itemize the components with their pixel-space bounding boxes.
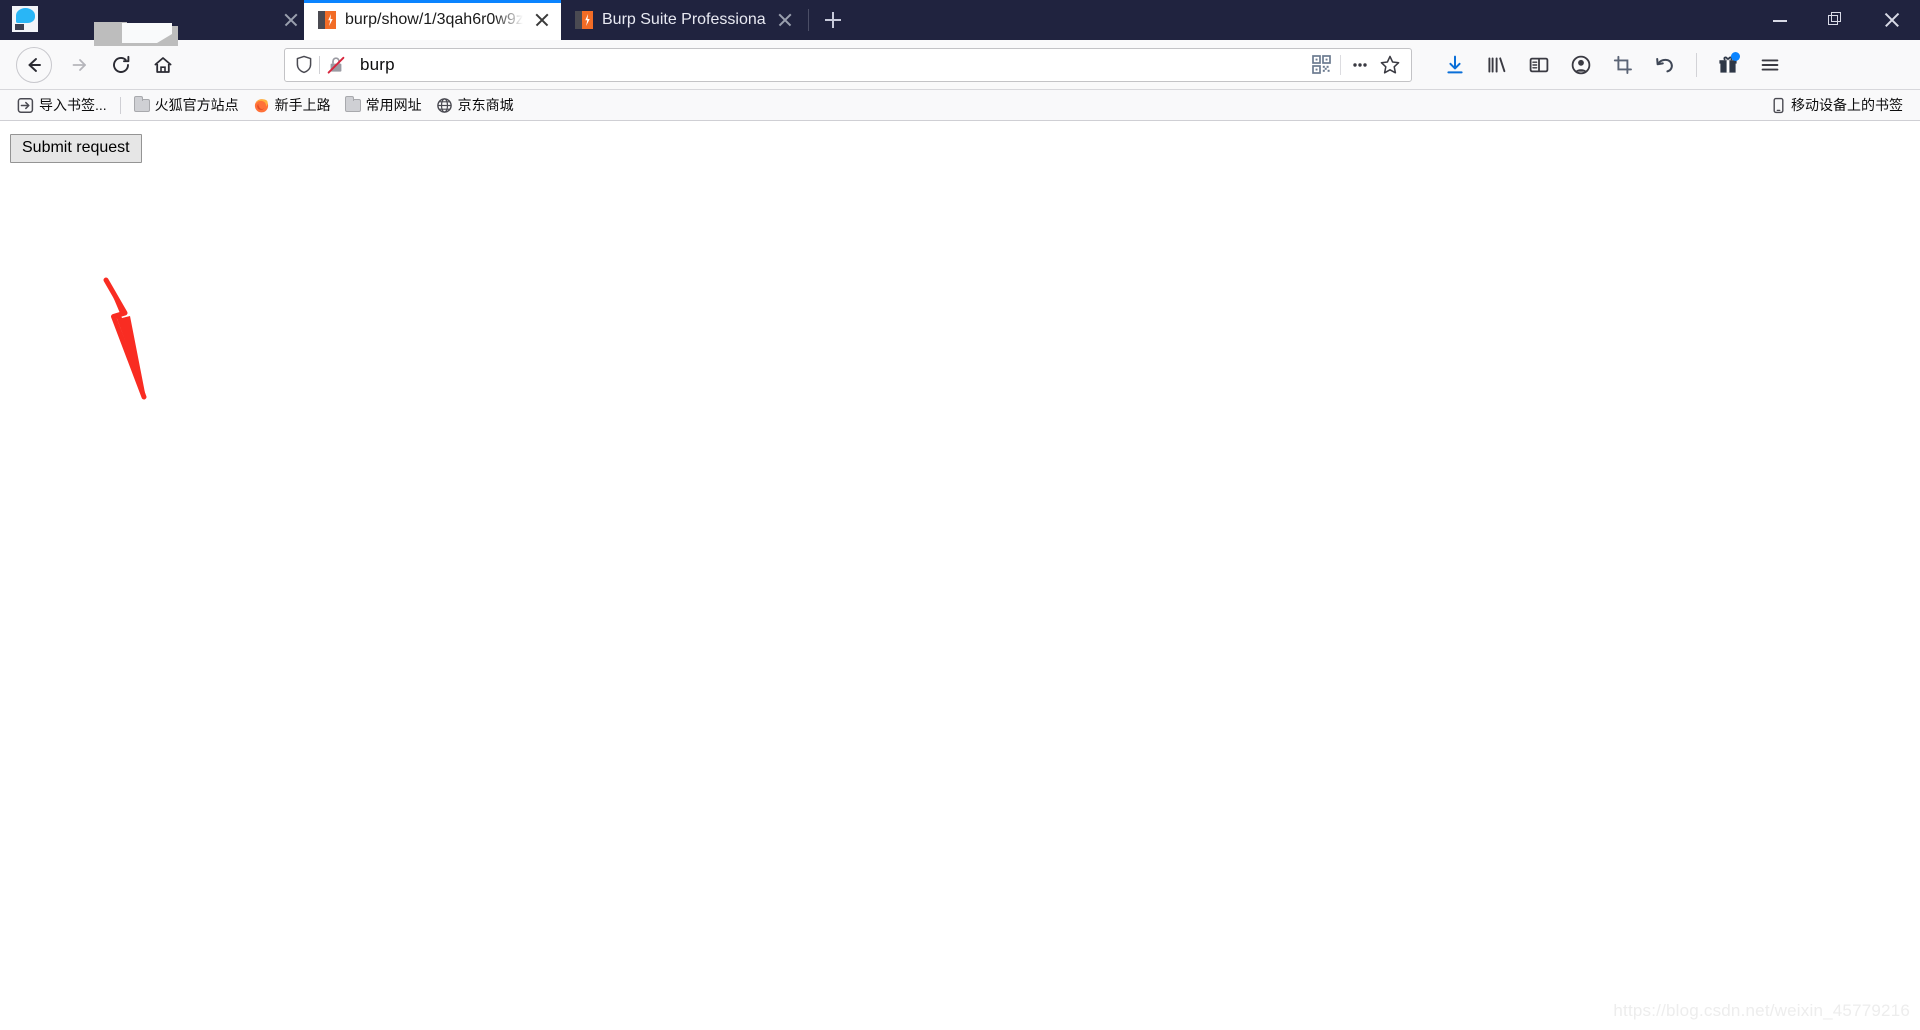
screenshot-button[interactable]: [1604, 46, 1642, 84]
unknown-page-icon: [12, 6, 38, 32]
qr-code-icon[interactable]: [1306, 50, 1336, 80]
red-arrow-annotation: [103, 277, 147, 400]
tab-2[interactable]: Burp Suite Professional: [561, 0, 804, 40]
close-window-button[interactable]: [1864, 0, 1920, 40]
close-icon[interactable]: [774, 9, 796, 31]
page-content: Submit request https://blog.csdn.net/wei…: [0, 121, 1920, 1029]
forward-icon: [72, 58, 86, 71]
page-actions-button[interactable]: [1345, 50, 1375, 80]
globe-icon: [436, 97, 452, 113]
bookmark-jd-mall-label: 京东商城: [457, 97, 514, 113]
app-menu-button[interactable]: [1751, 46, 1789, 84]
browser-toolbar-icons: [1436, 46, 1789, 84]
tab-0[interactable]: [0, 0, 272, 46]
minimize-button[interactable]: [1752, 0, 1808, 40]
account-icon: [1571, 55, 1591, 74]
home-icon: [154, 56, 172, 73]
back-button[interactable]: [16, 46, 52, 83]
burp-suite-icon: [575, 11, 593, 29]
import-bookmarks-icon: [17, 97, 34, 113]
close-icon[interactable]: [531, 9, 553, 31]
bookmark-divider: [119, 96, 121, 114]
star-icon: [1380, 55, 1400, 74]
bookmark-common-urls[interactable]: 常用网址: [338, 92, 429, 118]
bookmark-mobile-bookmarks[interactable]: 移动设备上的书签: [1764, 92, 1910, 118]
insecure-lock-icon: [327, 56, 345, 74]
bookmark-import[interactable]: 导入书签...: [10, 92, 114, 118]
bookmark-star-button[interactable]: [1375, 50, 1405, 80]
window-controls: [1752, 0, 1920, 40]
menu-icon: [1761, 58, 1779, 71]
undo-button[interactable]: [1646, 46, 1684, 84]
notification-badge: [1731, 51, 1740, 61]
bookmark-import-label: 导入书签...: [39, 97, 107, 113]
identity-box[interactable]: [291, 55, 352, 75]
bookmark-common-urls-label: 常用网址: [365, 97, 422, 113]
watermark: https://blog.csdn.net/weixin_45779216: [1613, 1001, 1910, 1020]
forward-button[interactable]: [58, 44, 100, 86]
tab-1[interactable]: burp/show/1/3qah6r0w9z5p: [304, 0, 561, 40]
screenshot-icon: [1613, 55, 1632, 74]
tab-0-close-wrap: [272, 0, 304, 40]
reload-button[interactable]: [100, 44, 142, 86]
submit-request-button[interactable]: Submit request: [10, 134, 142, 164]
tab-2-label: Burp Suite Professional: [602, 11, 766, 28]
toolbar-divider: [1696, 52, 1697, 77]
sidebar-button[interactable]: [1520, 46, 1558, 84]
reload-icon: [113, 55, 130, 73]
navigation-toolbar: burp: [0, 40, 1920, 90]
bookmark-getting-started[interactable]: 新手上路: [246, 92, 338, 118]
folder-icon: [133, 95, 150, 112]
folder-icon: [344, 95, 361, 112]
bookmark-getting-started-label: 新手上路: [274, 97, 331, 113]
bookmark-firefox-official[interactable]: 火狐官方站点: [127, 92, 246, 118]
undo-icon: [1656, 57, 1673, 72]
tab-bar: burp/show/1/3qah6r0w9z5p Burp Suite Prof…: [0, 0, 1920, 46]
restore-button[interactable]: [1808, 0, 1864, 40]
ellipsis-icon: [1353, 62, 1367, 67]
tab-divider: [808, 9, 809, 31]
home-button[interactable]: [142, 44, 184, 86]
address-bar[interactable]: burp: [284, 47, 1412, 82]
account-button[interactable]: [1562, 46, 1600, 84]
burp-suite-icon: [318, 11, 336, 29]
downloads-button[interactable]: [1436, 46, 1474, 84]
tab-1-label: burp/show/1/3qah6r0w9z5p: [345, 11, 523, 28]
library-button[interactable]: [1478, 46, 1516, 84]
bookmarks-toolbar: 导入书签... 火狐官方站点 新手上路 常用网址 京东商城 移动设备上的书签: [0, 90, 1920, 121]
tab-render-artifact-b: [127, 4, 185, 26]
new-tab-button[interactable]: [813, 0, 853, 40]
close-icon[interactable]: [280, 9, 302, 31]
phone-icon: [1773, 97, 1784, 113]
bookmark-jd-mall[interactable]: 京东商城: [429, 92, 521, 118]
library-icon: [1488, 56, 1506, 73]
bookmark-firefox-official-label: 火狐官方站点: [154, 97, 239, 113]
downloads-icon: [1447, 55, 1463, 73]
shield-icon: [296, 55, 312, 74]
firefox-icon: [254, 98, 268, 112]
bookmark-mobile-bookmarks-label: 移动设备上的书签: [1791, 97, 1903, 113]
url-input[interactable]: burp: [352, 55, 1306, 75]
whats-new-button[interactable]: [1709, 46, 1747, 84]
sidebar-icon: [1529, 57, 1549, 72]
back-icon: [28, 57, 41, 72]
